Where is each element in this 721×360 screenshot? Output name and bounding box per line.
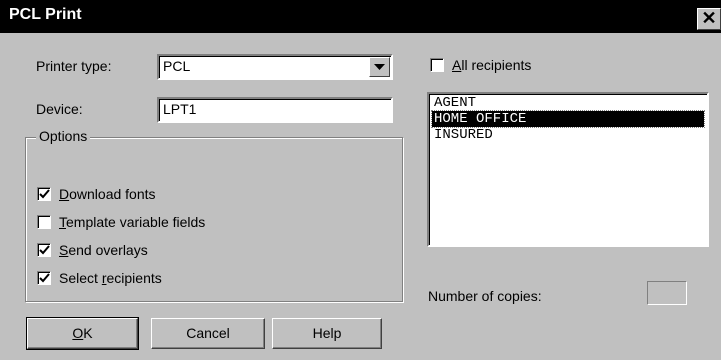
checkmark-icon [39, 189, 50, 199]
device-value: LPT1 [163, 101, 197, 117]
printer-type-label: Printer type: [36, 58, 112, 74]
help-button[interactable]: Help [272, 318, 382, 349]
checkbox-box[interactable] [37, 243, 51, 257]
checkmark-icon [39, 245, 50, 255]
device-label: Device: [36, 101, 83, 117]
window-title: PCL Print [9, 6, 82, 23]
download-fonts-label: Download fonts [59, 186, 156, 202]
copies-field [647, 281, 687, 305]
options-group-label: Options [36, 128, 91, 144]
checkbox-box[interactable] [37, 187, 51, 201]
send-overlays-label: Send overlays [59, 242, 148, 258]
device-field[interactable]: LPT1 [157, 97, 393, 123]
checkbox-box[interactable] [430, 58, 444, 72]
checkbox-box[interactable] [37, 215, 51, 229]
list-item-agent[interactable]: AGENT [432, 95, 478, 111]
printer-type-select[interactable]: PCL [157, 54, 393, 80]
printer-type-dropdown-button[interactable] [369, 57, 390, 77]
close-icon: ✕ [701, 8, 717, 28]
close-button[interactable]: ✕ [697, 8, 721, 30]
list-item-insured[interactable]: INSURED [432, 127, 495, 143]
title-bar[interactable]: PCL Print ✕ [0, 0, 721, 33]
select-recipients-label: Select recipients [59, 270, 162, 286]
copies-label: Number of copies: [428, 288, 542, 304]
printer-type-value: PCL [163, 58, 191, 74]
cancel-button[interactable]: Cancel [151, 318, 265, 349]
checkmark-icon [39, 273, 50, 283]
all-recipients-label: All recipients [452, 57, 532, 73]
template-variable-fields-label: Template variable fields [59, 214, 206, 230]
list-item-home-office[interactable]: HOME OFFICE [431, 110, 705, 128]
chevron-down-icon [374, 64, 385, 70]
checkbox-box[interactable] [37, 271, 51, 285]
recipients-listbox[interactable]: AGENT HOME OFFICE INSURED [427, 92, 709, 247]
ok-button[interactable]: OK [26, 317, 139, 350]
